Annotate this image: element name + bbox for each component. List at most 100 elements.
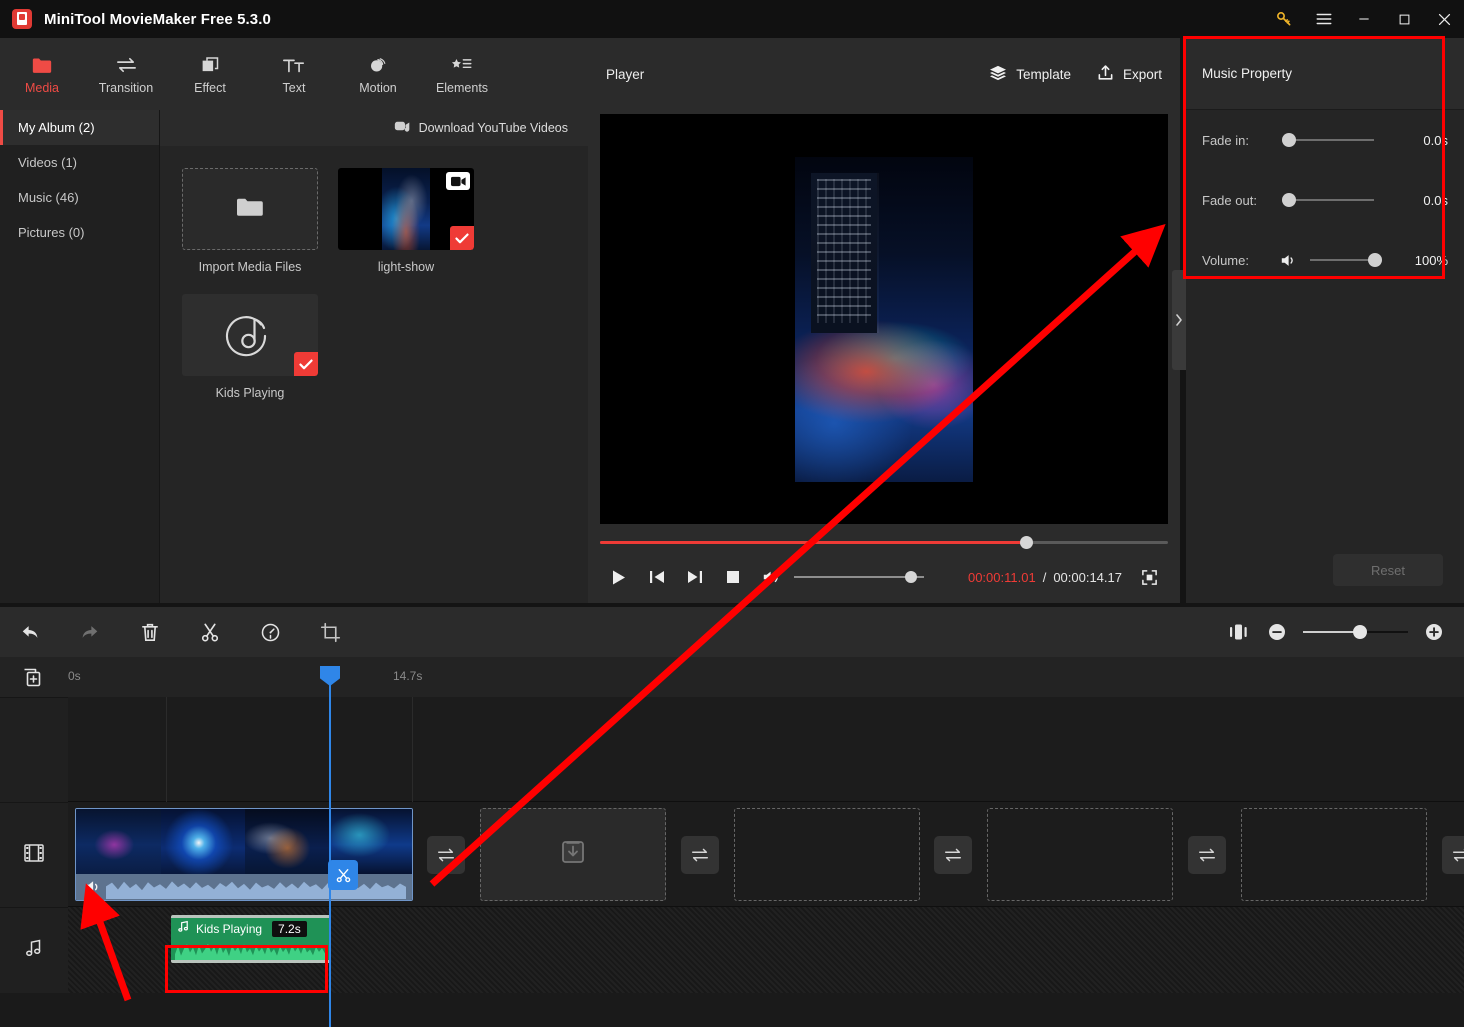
clip-mute-speaker-icon[interactable] [84, 879, 103, 900]
media-thumbnail-video[interactable] [338, 168, 474, 250]
export-button[interactable]: Export [1097, 64, 1162, 84]
template-button[interactable]: Template [989, 64, 1071, 84]
close-icon[interactable] [1424, 0, 1464, 38]
minimize-icon[interactable] [1344, 0, 1384, 38]
media-select-check-audio[interactable] [294, 352, 318, 376]
previous-frame-icon[interactable] [638, 558, 676, 596]
speaker-icon[interactable] [1278, 253, 1300, 268]
fit-timeline-icon[interactable] [1219, 607, 1259, 657]
sidebar-item-music[interactable]: Music (46) [0, 180, 159, 215]
progress-handle[interactable] [1020, 536, 1033, 549]
track-header-video[interactable] [0, 802, 68, 907]
sidebar-item-my-album[interactable]: My Album (2) [0, 110, 159, 145]
clip-thumb-2 [160, 809, 245, 874]
import-media-dropzone[interactable] [182, 168, 318, 250]
ribbon-label-effect: Effect [194, 81, 226, 95]
layers-square-icon [200, 53, 221, 75]
zoom-out-icon[interactable] [1263, 607, 1291, 657]
ribbon-label-transition: Transition [98, 81, 154, 95]
media-cell-kids-playing[interactable]: Kids Playing [182, 294, 318, 400]
zoom-in-icon[interactable] [1420, 607, 1448, 657]
download-youtube-label: Download YouTube Videos [418, 121, 568, 135]
volume-slider[interactable] [1306, 253, 1384, 267]
timeline-row-overlay[interactable] [68, 697, 1464, 802]
volume-handle[interactable] [1368, 253, 1382, 267]
reset-button[interactable]: Reset [1333, 554, 1443, 586]
download-youtube-videos-button[interactable]: Download YouTube Videos [160, 110, 588, 146]
panel-collapse-handle[interactable] [1172, 270, 1186, 370]
sidebar-item-pictures[interactable]: Pictures (0) [0, 215, 159, 250]
redo-arrow-icon[interactable] [60, 607, 120, 657]
clip-audio-waveform [76, 874, 412, 900]
ribbon-tab-transition[interactable]: Transition [84, 38, 168, 110]
volume-handle[interactable] [905, 571, 917, 583]
timeline-playhead[interactable] [320, 666, 340, 1027]
timeline-track-headers [0, 697, 68, 993]
total-time: 00:00:14.17 [1053, 569, 1122, 585]
player-preview-stage[interactable] [600, 114, 1168, 524]
transition-slot-1[interactable] [427, 836, 465, 874]
player-progress-bar[interactable] [600, 535, 1168, 551]
import-media-label: Import Media Files [198, 260, 302, 274]
ribbon-tab-effect[interactable]: Effect [168, 38, 252, 110]
fade-in-slider[interactable] [1282, 133, 1377, 147]
zoom-handle[interactable] [1353, 625, 1367, 639]
track-header-audio[interactable] [0, 907, 68, 993]
ribbon-tab-media[interactable]: Media [0, 38, 84, 110]
ruler-tick-1: 14.7s [393, 669, 423, 683]
fade-in-track [1286, 139, 1374, 141]
media-thumbnail-audio[interactable] [182, 294, 318, 376]
fullscreen-icon[interactable] [1130, 558, 1168, 596]
fade-out-slider[interactable] [1282, 193, 1377, 207]
add-media-icon[interactable] [22, 667, 44, 693]
clip-thumbnails [76, 809, 412, 874]
timeline-row-video[interactable] [68, 802, 1464, 907]
media-drop-slot-4[interactable] [1241, 808, 1427, 901]
player-header: Player Template Export [588, 38, 1180, 110]
fade-out-handle[interactable] [1282, 193, 1296, 207]
ribbon-tab-motion[interactable]: Motion [336, 38, 420, 110]
media-drop-slot-2[interactable] [734, 808, 920, 901]
trash-icon[interactable] [120, 607, 180, 657]
volume-value: 100% [1414, 252, 1448, 268]
transition-slot-3[interactable] [934, 836, 972, 874]
scissors-icon[interactable] [180, 607, 240, 657]
hamburger-menu-icon[interactable] [1304, 0, 1344, 38]
property-row-fade-out: Fade out: 0.0s [1186, 170, 1464, 230]
timeline-row-audio[interactable]: Kids Playing 7.2s [68, 907, 1464, 993]
stop-icon[interactable] [714, 558, 752, 596]
timeline-video-clip[interactable] [75, 808, 413, 901]
ribbon-tab-elements[interactable]: Elements [420, 38, 504, 110]
player-volume-slider[interactable] [794, 570, 924, 584]
title-bar: MiniTool MovieMaker Free 5.3.0 [0, 0, 1464, 38]
track-header-overlay[interactable] [0, 697, 68, 802]
media-drop-slot-1[interactable] [480, 808, 666, 901]
undo-arrow-icon[interactable] [0, 607, 60, 657]
ribbon-tab-text[interactable]: Text [252, 38, 336, 110]
transition-slot-2[interactable] [681, 836, 719, 874]
media-drop-slot-3[interactable] [987, 808, 1173, 901]
timeline-ruler[interactable]: 0s 14.7s [0, 657, 1464, 697]
speaker-icon[interactable] [752, 558, 790, 596]
key-icon[interactable] [1264, 0, 1304, 38]
music-note-icon [177, 920, 190, 938]
crop-icon[interactable] [300, 607, 360, 657]
next-frame-icon[interactable] [676, 558, 714, 596]
timeline-zoom-slider[interactable] [1303, 625, 1408, 639]
media-cell-light-show[interactable]: light-show [338, 168, 474, 274]
media-select-check-video[interactable] [450, 226, 474, 250]
timeline-audio-clip[interactable]: Kids Playing 7.2s [171, 915, 331, 963]
sidebar-item-videos[interactable]: Videos (1) [0, 145, 159, 180]
transition-slot-4[interactable] [1188, 836, 1226, 874]
transition-slot-5[interactable] [1442, 836, 1464, 874]
fade-in-handle[interactable] [1282, 133, 1296, 147]
fade-in-value: 0.0s [1423, 132, 1448, 148]
youtube-download-icon [394, 119, 411, 138]
maximize-icon[interactable] [1384, 0, 1424, 38]
media-cell-import[interactable]: Import Media Files [182, 168, 318, 274]
clip-split-scissors-icon[interactable] [328, 860, 358, 890]
timeline-zoom-controls [1219, 607, 1464, 657]
preview-building [811, 172, 877, 333]
speed-gauge-icon[interactable] [240, 607, 300, 657]
play-icon[interactable] [600, 558, 638, 596]
